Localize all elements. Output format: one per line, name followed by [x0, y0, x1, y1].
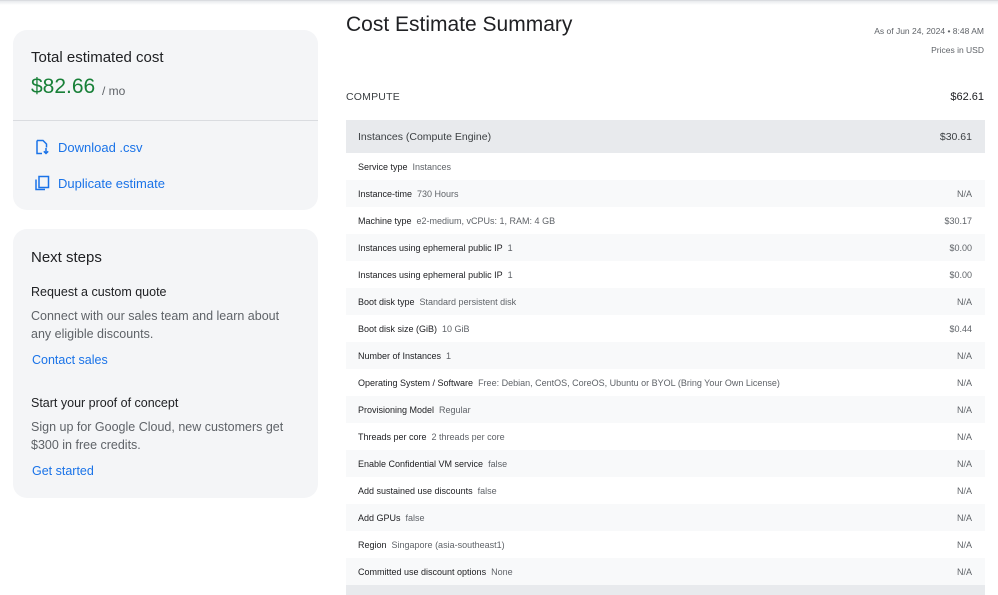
table-row: Enable Confidential VM service false N/A	[346, 450, 985, 477]
table-row: Service type Instances	[346, 153, 985, 180]
table-row: Instances using ephemeral public IP 1 $0.…	[346, 261, 985, 288]
row-value: Singapore (asia-southeast1)	[391, 539, 505, 550]
row-value: 1	[507, 242, 513, 253]
table-row: Committed use discount options None N/A	[346, 558, 985, 585]
copy-icon	[34, 175, 50, 191]
card-divider	[13, 120, 318, 121]
table-row: Instance-time 730 Hours N/A	[346, 180, 985, 207]
row-key: Machine type	[358, 215, 412, 226]
row-value: 1	[507, 269, 513, 280]
row-cost: N/A	[956, 404, 972, 415]
row-cost: $30.17	[944, 215, 972, 226]
row-key: Instances using ephemeral public IP	[358, 242, 503, 253]
row-value: None	[491, 566, 513, 577]
row-key: Threads per core	[358, 431, 427, 442]
row-value: 2 threads per core	[431, 431, 505, 442]
row-key: Service type	[358, 161, 408, 172]
row-key: Boot disk type	[358, 296, 415, 307]
table-row: Add GPUs false N/A	[346, 504, 985, 531]
row-key: Provisioning Model	[358, 404, 435, 415]
section-label: COMPUTE	[346, 91, 400, 103]
group-name: Instances (Compute Engine)	[358, 130, 492, 143]
row-value: 1	[446, 350, 452, 361]
proof-of-concept-heading: Start your proof of concept	[31, 396, 179, 410]
get-started-link[interactable]: Get started	[32, 464, 94, 478]
row-cost: N/A	[956, 566, 972, 577]
table-row: Instances using ephemeral public IP 1 $0.…	[346, 234, 985, 261]
next-steps-title: Next steps	[31, 249, 102, 266]
row-value: Regular	[439, 404, 471, 415]
total-cost-unit: / mo	[102, 84, 126, 98]
table-row: Threads per core 2 threads per core N/A	[346, 423, 985, 450]
instances-group-header[interactable]: Instances (Compute Engine) $30.61	[346, 120, 985, 153]
row-value: Standard persistent disk	[419, 296, 517, 307]
estimate-line-items: Service type Instances Instance-time 730 H…	[346, 153, 985, 585]
row-cost: N/A	[956, 350, 972, 361]
row-value: false	[488, 458, 508, 469]
download-csv-button[interactable]: Download .csv	[34, 139, 143, 155]
row-cost: N/A	[956, 296, 972, 307]
next-steps-card: Next steps Request a custom quote Connec…	[13, 229, 318, 498]
estimate-timestamp: As of Jun 24, 2024 • 8:48 AM	[874, 26, 984, 36]
table-row: Provisioning Model Regular N/A	[346, 396, 985, 423]
row-cost: N/A	[956, 431, 972, 442]
row-cost: N/A	[956, 539, 972, 550]
row-cost: $0.00	[949, 242, 972, 253]
next-group-header-edge	[346, 585, 985, 595]
currency-note: Prices in USD	[931, 45, 984, 55]
row-cost: N/A	[956, 377, 972, 388]
page-title: Cost Estimate Summary	[346, 13, 573, 36]
download-file-icon	[34, 139, 50, 155]
row-cost: $0.00	[949, 269, 972, 280]
table-row: Number of Instances 1 N/A	[346, 342, 985, 369]
row-key: Number of Instances	[358, 350, 442, 361]
table-row: Operating System / Software Free: Debian,…	[346, 369, 985, 396]
row-value: 730 Hours	[417, 188, 459, 199]
top-divider	[0, 0, 998, 5]
row-value: 10 GiB	[442, 323, 470, 334]
section-amount: $62.61	[950, 91, 984, 103]
total-cost-amount: $82.66	[31, 75, 96, 98]
row-key: Committed use discount options	[358, 566, 487, 577]
table-row: Boot disk size (GiB) 10 GiB $0.44	[346, 315, 985, 342]
table-row: Add sustained use discounts false N/A	[346, 477, 985, 504]
row-key: Add sustained use discounts	[358, 485, 473, 496]
table-row: Region Singapore (asia-southeast1) N/A	[346, 531, 985, 558]
contact-sales-link[interactable]: Contact sales	[32, 353, 108, 367]
duplicate-estimate-button[interactable]: Duplicate estimate	[34, 175, 165, 191]
table-row: Machine type e2-medium, vCPUs: 1, RAM: 4 …	[346, 207, 985, 234]
custom-quote-description: Connect with our sales team and learn ab…	[31, 309, 280, 341]
duplicate-estimate-label: Duplicate estimate	[58, 175, 165, 191]
row-value: false	[477, 485, 497, 496]
row-key: Instances using ephemeral public IP	[358, 269, 503, 280]
row-cost: $0.44	[949, 323, 972, 334]
row-value: Free: Debian, CentOS, CoreOS, Ubuntu or …	[478, 377, 780, 388]
row-key: Add GPUs	[358, 512, 401, 523]
total-cost-card: Total estimated cost $82.66 / mo Downloa…	[13, 30, 318, 210]
group-amount: $30.61	[939, 130, 972, 143]
row-value: e2-medium, vCPUs: 1, RAM: 4 GB	[416, 215, 556, 226]
row-cost: N/A	[956, 458, 972, 469]
row-value: false	[405, 512, 425, 523]
total-cost-label: Total estimated cost	[31, 49, 164, 66]
row-key: Region	[358, 539, 387, 550]
download-csv-label: Download .csv	[58, 139, 143, 155]
row-key: Operating System / Software	[358, 377, 474, 388]
row-cost: N/A	[956, 512, 972, 523]
row-value: Instances	[412, 161, 452, 172]
proof-of-concept-description: Sign up for Google Cloud, new customers …	[31, 420, 284, 452]
row-key: Enable Confidential VM service	[358, 458, 484, 469]
row-key: Instance-time	[358, 188, 413, 199]
table-row: Boot disk type Standard persistent disk N…	[346, 288, 985, 315]
row-key: Boot disk size (GiB)	[358, 323, 438, 334]
row-cost: N/A	[956, 485, 972, 496]
row-cost: N/A	[956, 188, 972, 199]
custom-quote-heading: Request a custom quote	[31, 285, 167, 299]
